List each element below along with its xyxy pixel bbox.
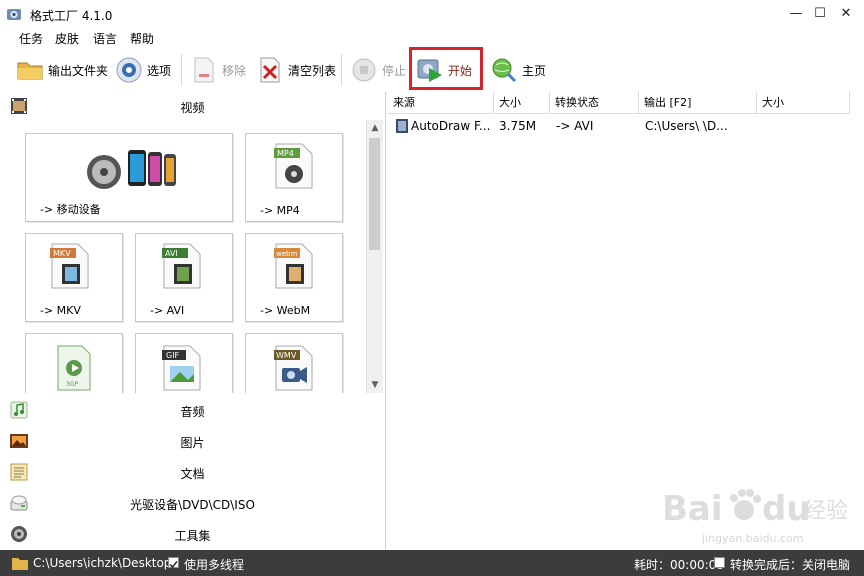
- svg-text:3GP: 3GP: [66, 381, 78, 388]
- svg-text:经验: 经验: [804, 499, 848, 524]
- tile-wmv[interactable]: WMV: [245, 333, 343, 393]
- current-path: C:\Users\ichzk\Desktop: [33, 556, 172, 570]
- row-source: AutoDraw F...: [411, 119, 491, 133]
- webm-file-icon: webm: [274, 243, 313, 289]
- svg-text:WMV: WMV: [276, 351, 297, 360]
- elapsed-time: 耗时：00:00:00: [634, 558, 724, 572]
- row-output: C:\Users\ \D...: [645, 119, 728, 133]
- row-out-size: [763, 116, 843, 136]
- home-button[interactable]: 主页: [490, 54, 546, 86]
- stop-button[interactable]: 停止: [350, 54, 406, 86]
- menu-skin[interactable]: 皮肤: [55, 30, 79, 47]
- column-header-size[interactable]: 大小: [494, 92, 550, 114]
- svg-text:AVI: AVI: [165, 249, 178, 258]
- tile-gif[interactable]: GIF: [135, 333, 233, 393]
- tile-avi[interactable]: AVI -> AVI: [135, 233, 233, 322]
- remove-icon: [194, 57, 214, 83]
- column-header-status[interactable]: 转换状态: [550, 92, 639, 114]
- options-button[interactable]: 选项: [115, 54, 171, 86]
- category-audio[interactable]: 音频: [0, 396, 385, 424]
- svg-text:webm: webm: [276, 250, 297, 258]
- category-disc[interactable]: 光驱设备\DVD\CD\ISO: [0, 489, 385, 517]
- svg-text:Bai: Bai: [662, 489, 723, 529]
- video-file-icon: [396, 119, 408, 133]
- menu-help[interactable]: 帮助: [130, 30, 154, 47]
- tile-mobile-device[interactable]: -> 移动设备: [25, 133, 233, 222]
- menu-language[interactable]: 语言: [93, 30, 117, 47]
- menu-bar: 任务 皮肤 语言 帮助: [0, 28, 864, 48]
- clear-list-button[interactable]: 清空列表: [256, 54, 336, 86]
- scroll-up-arrow-icon[interactable]: ▲: [367, 120, 383, 136]
- row-size: 3.75M: [499, 119, 537, 133]
- output-folder-button[interactable]: 输出文件夹: [16, 54, 108, 86]
- scroll-down-arrow-icon[interactable]: ▼: [367, 377, 383, 393]
- shutdown-checkbox[interactable]: [714, 557, 725, 568]
- tile-mkv[interactable]: MKV -> MKV: [25, 233, 123, 322]
- scrollbar-thumb[interactable]: [369, 138, 380, 250]
- start-highlight-box: [409, 47, 483, 90]
- maximize-button[interactable]: ☐: [806, 4, 834, 24]
- svg-text:GIF: GIF: [166, 351, 180, 360]
- shutdown-label: 转换完成后：关闭电脑: [730, 558, 851, 572]
- mp4-file-icon: MP4: [274, 143, 313, 189]
- video-format-grid: -> 移动设备 MP4 -> MP4 MKV -> MKV AVI -> AVI…: [0, 120, 366, 393]
- app-logo-icon: [7, 9, 21, 20]
- column-header-out-size[interactable]: 大小: [757, 92, 850, 114]
- svg-text:MKV: MKV: [53, 249, 71, 258]
- toolbar-separator: [341, 54, 342, 86]
- column-header-output[interactable]: 输出 [F2]: [639, 92, 757, 114]
- clear-list-icon: [260, 57, 280, 83]
- multithread-checkbox[interactable]: [168, 557, 179, 569]
- avi-file-icon: AVI: [162, 243, 201, 289]
- gif-file-icon: GIF: [162, 345, 201, 391]
- wmv-file-icon: WMV: [274, 345, 313, 391]
- checkmark-icon: [169, 561, 178, 569]
- title-bar: 格式工厂 4.1.0 — ☐ ✕: [0, 0, 864, 28]
- svg-text:jingyan.baidu.com: jingyan.baidu.com: [701, 532, 804, 545]
- category-tools[interactable]: 工具集: [0, 520, 385, 548]
- baidu-watermark: Bai du 经验 jingyan.baidu.com: [660, 478, 860, 548]
- column-header-source[interactable]: 来源: [388, 92, 494, 114]
- menu-task[interactable]: 任务: [19, 30, 43, 47]
- folder-icon: [12, 558, 28, 570]
- category-document[interactable]: 文档: [0, 458, 385, 486]
- close-button[interactable]: ✕: [832, 4, 860, 24]
- 3gp-file-icon: 3GP: [57, 345, 91, 391]
- svg-text:MP4: MP4: [277, 149, 294, 158]
- tile-webm[interactable]: webm -> WebM: [245, 233, 343, 322]
- tile-mp4[interactable]: MP4 -> MP4: [245, 133, 343, 222]
- stop-icon: [352, 58, 376, 82]
- gear-icon: [116, 57, 142, 83]
- remove-button[interactable]: 移除: [190, 54, 246, 86]
- tile-3gp[interactable]: 3GP: [25, 333, 123, 393]
- category-picture[interactable]: 图片: [0, 427, 385, 455]
- category-video[interactable]: 视频: [0, 92, 385, 120]
- folder-icon: [17, 62, 43, 80]
- multithread-label: 使用多线程: [184, 558, 245, 572]
- mobile-device-icon: [87, 150, 176, 189]
- row-status: -> AVI: [556, 119, 594, 133]
- window-title: 格式工厂 4.1.0: [30, 9, 113, 23]
- home-globe-icon: [492, 58, 517, 83]
- status-bar: C:\Users\ichzk\Desktop 使用多线程 耗时：00:00:00…: [0, 550, 864, 576]
- video-grid-scrollbar[interactable]: ▲ ▼: [366, 120, 383, 393]
- toolbar-separator: [181, 54, 182, 86]
- mkv-file-icon: MKV: [50, 243, 89, 289]
- conversion-panel: 视频 -> 移动设备 MP4 -> MP4 MKV -> MKV AVI -> …: [0, 92, 386, 550]
- baidu-logo-icon: Bai du 经验 jingyan.baidu.com: [662, 489, 848, 545]
